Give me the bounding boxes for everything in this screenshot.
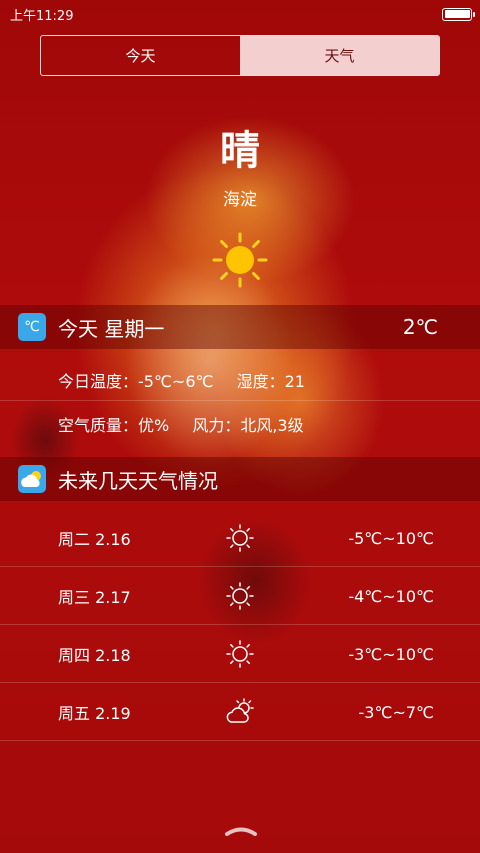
forecast-range: -5℃~10℃	[348, 528, 434, 548]
thermometer-celsius-icon: ℃	[18, 313, 46, 341]
forecast-day: 周五 2.19	[58, 704, 131, 723]
temperature-range: 今日温度：-5℃~6℃	[58, 372, 214, 391]
today-temperature: 2℃	[402, 315, 438, 339]
today-title: 今天 星期一	[58, 316, 165, 341]
forecast-row: 周四 2.18 -3℃~10℃	[0, 625, 480, 683]
status-bar: 上午11:29	[0, 0, 480, 28]
forecast-row: 周五 2.19 -3℃~7℃	[0, 683, 480, 741]
tab-weather[interactable]: 天气	[240, 36, 439, 75]
today-header: ℃ 今天 星期一 2℃	[0, 305, 480, 349]
status-time: 上午11:29	[10, 8, 74, 24]
forecast-day: 周二 2.16	[58, 530, 131, 549]
weather-condition: 晴	[220, 128, 260, 174]
sun-icon	[226, 524, 254, 552]
location-name: 海淀	[223, 190, 257, 210]
sun-icon	[226, 640, 254, 668]
chevron-up-icon[interactable]	[224, 826, 258, 836]
forecast-day: 周三 2.17	[58, 588, 131, 607]
future-header: 未来几天天气情况	[0, 457, 480, 501]
forecast-range: -3℃~7℃	[358, 702, 434, 722]
forecast-range: -4℃~10℃	[348, 586, 434, 606]
forecast-row: 周三 2.17 -4℃~10℃	[0, 567, 480, 625]
tab-bar: 今天 天气	[40, 35, 440, 76]
future-title: 未来几天天气情况	[58, 468, 218, 493]
divider	[0, 400, 480, 401]
wind: 风力：北风,3级	[192, 416, 304, 435]
divider	[0, 740, 480, 741]
forecast-day: 周四 2.18	[58, 646, 131, 665]
today-details-row2: 空气质量：优% 风力：北风,3级	[58, 412, 304, 436]
tab-today[interactable]: 今天	[41, 36, 240, 75]
air-quality: 空气质量：优%	[58, 416, 170, 435]
battery-icon	[442, 7, 475, 21]
cloudy-icon	[226, 698, 254, 723]
sun-icon	[226, 582, 254, 610]
forecast-range: -3℃~10℃	[348, 644, 434, 664]
sun-icon	[212, 232, 268, 288]
forecast-row: 周二 2.16 -5℃~10℃	[0, 509, 480, 567]
today-details-row1: 今日温度：-5℃~6℃ 湿度：21	[58, 368, 305, 392]
humidity: 湿度：21	[236, 372, 305, 391]
cloud-sun-icon	[18, 465, 46, 493]
